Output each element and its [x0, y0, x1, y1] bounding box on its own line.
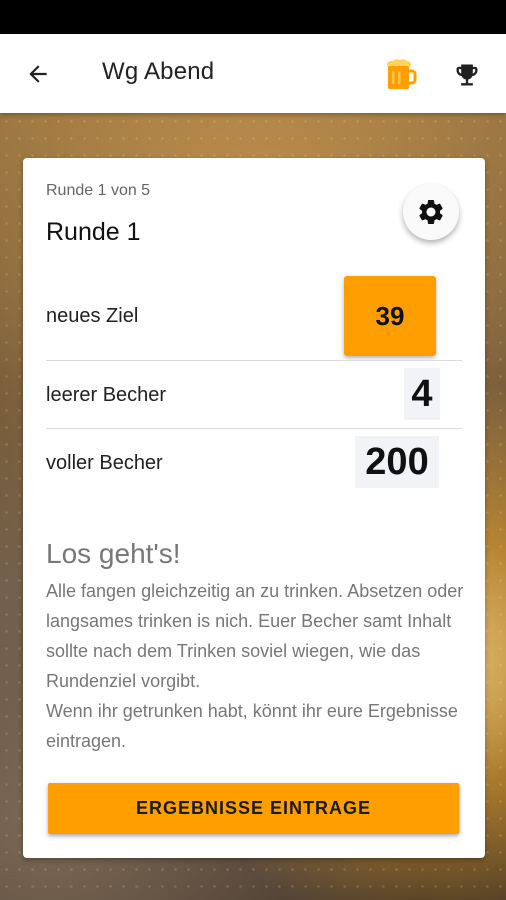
trophy-icon [456, 64, 478, 86]
back-button[interactable] [20, 56, 56, 92]
empty-cup-value[interactable]: 4 [404, 368, 440, 420]
app-bar: Wg Abend [0, 34, 506, 113]
full-cup-value[interactable]: 200 [355, 436, 439, 488]
full-cup-label: voller Becher [46, 452, 163, 474]
round-title: Runde 1 [46, 218, 141, 246]
beer-button[interactable] [381, 56, 419, 94]
gear-icon [419, 200, 443, 224]
app-title: Wg Abend [102, 58, 215, 85]
intro-title: Los geht's! [46, 538, 181, 569]
beer-mug-icon [387, 59, 417, 89]
round-card: Runde 1 von 5 Runde 1 neues Ziel 39 leer… [23, 158, 485, 858]
trophy-button[interactable] [448, 56, 486, 94]
divider [46, 428, 462, 429]
submit-results-button[interactable]: ERGEBNISSE EINTRAGE [48, 783, 459, 834]
target-value[interactable]: 39 [344, 276, 436, 356]
settings-button[interactable] [403, 184, 459, 240]
divider [46, 360, 462, 361]
target-label: neues Ziel [46, 305, 139, 327]
arrow-back-icon [29, 65, 47, 83]
status-bar [0, 0, 506, 34]
intro-text: Alle fangen gleichzeitig an zu trinken. … [46, 581, 464, 751]
round-counter: Runde 1 von 5 [46, 182, 151, 199]
empty-cup-label: leerer Becher [46, 384, 167, 406]
